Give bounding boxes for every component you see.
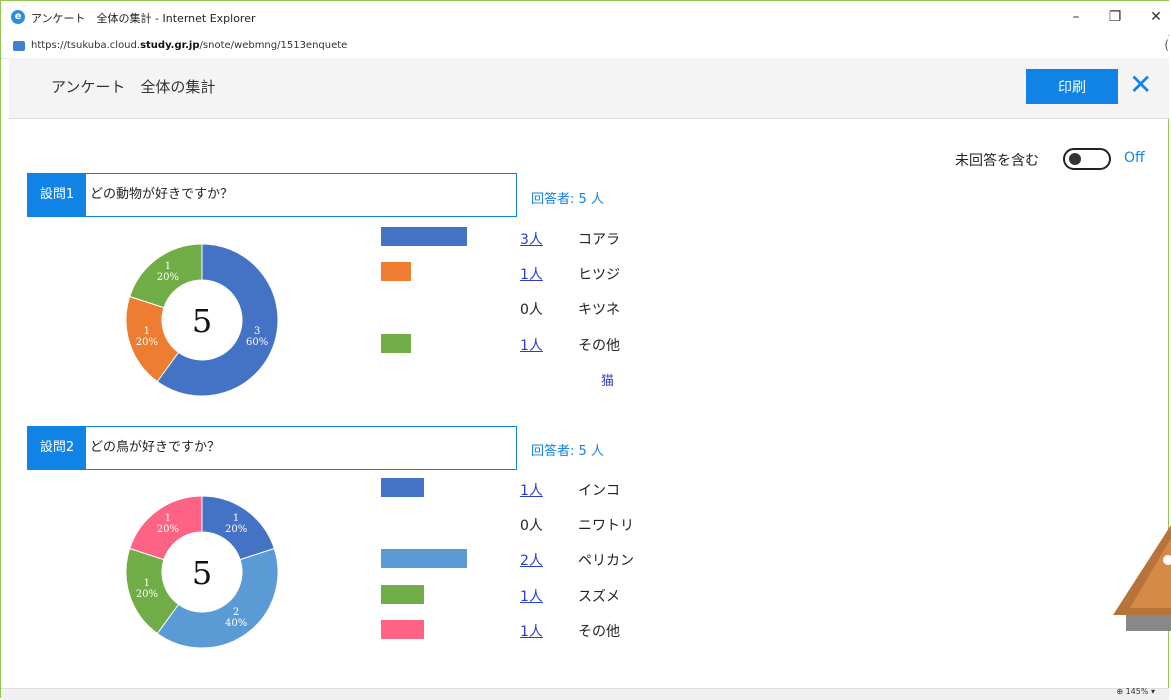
donut-slice-label: 40% — [225, 618, 247, 629]
question-1-header: 設問1 どの動物が好きですか？ — [27, 173, 517, 217]
include-unanswered-label: 未回答を含む — [955, 153, 1039, 169]
donut-slice-label: 1 — [165, 261, 171, 272]
question-number: 設問2 — [28, 427, 86, 469]
minimize-button[interactable]: – — [1065, 9, 1087, 25]
include-unanswered-toggle[interactable] — [1063, 148, 1111, 170]
window-titlebar: e アンケート 全体の集計 - Internet Explorer – ❐ ✕ — [1, 1, 1169, 35]
option-bar — [381, 549, 467, 568]
question-2-donut-chart: 120%240%120%120%5 — [125, 495, 279, 649]
option-count-link[interactable]: 1人 — [520, 480, 543, 500]
restore-button[interactable]: ❐ — [1104, 9, 1126, 25]
donut-slice-label: 3 — [254, 326, 260, 337]
question-text: どの動物が好きですか？ — [90, 187, 234, 202]
option-label: その他 — [578, 624, 620, 640]
option-count-link[interactable]: 3人 — [520, 229, 543, 249]
option-bar — [381, 585, 424, 604]
address-url[interactable]: https://tsukuba.cloud.study.gr.jp/snote/… — [31, 40, 347, 51]
option-label: その他 — [578, 338, 620, 354]
question-1-donut-chart: 360%120%120%5 — [125, 243, 279, 397]
option-count-link[interactable]: 1人 — [520, 264, 543, 284]
option-bar — [381, 334, 411, 353]
print-button[interactable]: 印刷 — [1026, 69, 1118, 104]
option-label: ニワトリ — [578, 518, 634, 534]
question-number: 設問1 — [28, 174, 86, 216]
option-count-link[interactable]: 1人 — [520, 335, 543, 355]
question-2-header: 設問2 どの鳥が好きですか？ — [27, 426, 517, 470]
status-bar: ⊕ 145% ▾ — [1, 687, 1169, 700]
page-header: アンケート 全体の集計 印刷 ✕ — [9, 58, 1169, 119]
option-count: 0人 — [520, 518, 543, 534]
page-title: アンケート 全体の集計 — [51, 78, 216, 96]
donut-slice-label: 20% — [157, 272, 179, 283]
donut-slice-label: 1 — [144, 578, 150, 589]
other-answer-link[interactable]: 猫 — [601, 370, 614, 389]
option-bar — [381, 262, 411, 281]
option-count-link[interactable]: 2人 — [520, 550, 543, 570]
address-bar[interactable]: https://tsukuba.cloud.study.gr.jp/snote/… — [1, 36, 1169, 59]
option-bar — [381, 478, 424, 497]
option-bar — [381, 620, 424, 639]
option-label: ペリカン — [578, 553, 634, 569]
donut-total: 5 — [192, 302, 212, 340]
toggle-state-label: Off — [1124, 150, 1145, 166]
close-icon[interactable]: ✕ — [1129, 70, 1152, 100]
donut-slice-label: 1 — [165, 513, 171, 524]
internet-explorer-icon: e — [11, 10, 25, 24]
decorative-illustration — [1113, 525, 1171, 631]
donut-slice-label: 20% — [225, 524, 247, 535]
donut-slice-label: 1 — [144, 326, 150, 337]
option-label: キツネ — [578, 302, 620, 318]
donut-slice-label: 20% — [136, 337, 158, 348]
option-label: スズメ — [578, 589, 620, 605]
option-count-link[interactable]: 1人 — [520, 621, 543, 641]
window-title: アンケート 全体の集計 - Internet Explorer — [31, 12, 256, 25]
donut-slice-label: 2 — [233, 607, 239, 618]
option-count: 0人 — [520, 302, 543, 318]
respondent-count: 回答者: 5 人 — [531, 444, 604, 459]
toggle-knob — [1069, 153, 1081, 165]
respondent-count: 回答者: 5 人 — [531, 192, 604, 207]
zoom-level[interactable]: ⊕ 145% ▾ — [1116, 687, 1155, 696]
donut-total: 5 — [192, 554, 212, 592]
option-count-link[interactable]: 1人 — [520, 586, 543, 606]
address-bar-edge: ( — [1164, 38, 1169, 52]
donut-slice-label: 20% — [157, 524, 179, 535]
question-text: どの鳥が好きですか？ — [90, 440, 221, 455]
donut-slice-ペリカン — [156, 547, 279, 649]
option-bar — [381, 227, 467, 246]
option-label: コアラ — [578, 232, 620, 248]
donut-slice-label: 20% — [136, 589, 158, 600]
donut-slice-label: 1 — [233, 513, 239, 524]
option-label: インコ — [578, 483, 620, 499]
donut-slice-label: 60% — [246, 337, 268, 348]
site-favicon-icon — [13, 41, 25, 51]
option-label: ヒツジ — [578, 267, 620, 283]
window-close-button[interactable]: ✕ — [1145, 9, 1167, 25]
